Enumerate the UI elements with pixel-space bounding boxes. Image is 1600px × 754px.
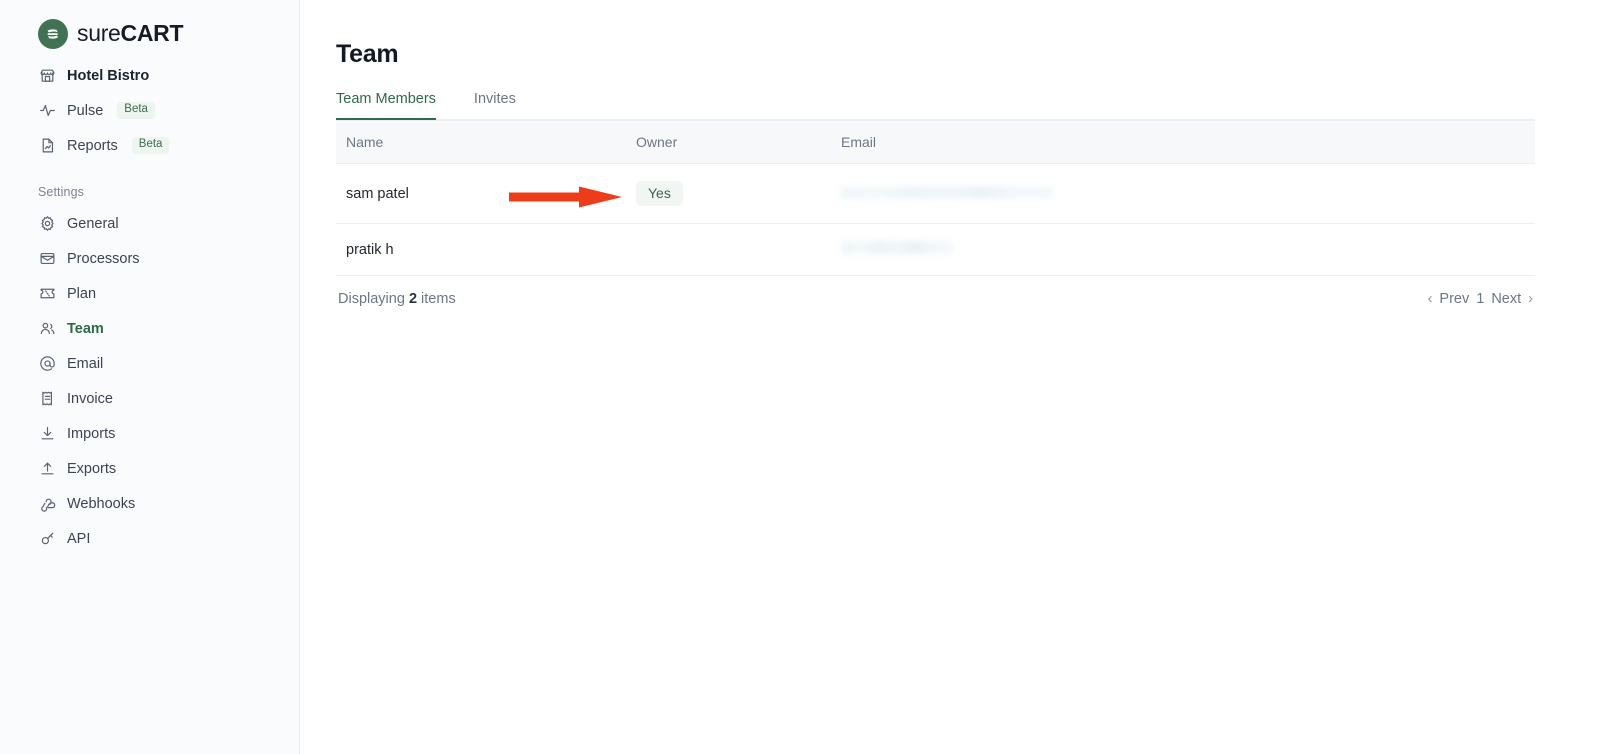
table-footer: Displaying 2 items ‹ Prev 1 Next › — [336, 276, 1535, 307]
sidebar-item-email[interactable]: Email — [22, 346, 281, 381]
main-content: Team Team Members Invites Name Owner Ema… — [300, 0, 1600, 754]
sidebar-item-reports-badge: Beta — [131, 137, 170, 154]
store-icon — [38, 67, 56, 85]
sidebar-item-plan[interactable]: Plan — [22, 276, 281, 311]
cell-email — [831, 223, 1535, 276]
tab-bar: Team Members Invites — [336, 91, 1535, 120]
report-document-icon — [38, 137, 56, 155]
cell-name: sam patel — [336, 163, 626, 224]
sidebar-item-webhooks-label: Webhooks — [67, 495, 136, 512]
sidebar: sureCART Hotel Bistro Pulse Beta Reports… — [0, 0, 300, 754]
pagination-current-page[interactable]: 1 — [1476, 291, 1484, 307]
sidebar-item-reports[interactable]: Reports Beta — [22, 128, 281, 163]
table-body: sam patel Yes pratik h — [336, 163, 1535, 276]
sidebar-item-processors[interactable]: Processors — [22, 241, 281, 276]
webhook-icon — [38, 495, 56, 513]
tab-team-members[interactable]: Team Members — [336, 91, 436, 120]
displaying-prefix: Displaying — [338, 291, 405, 307]
brand-logo[interactable]: sureCART — [22, 0, 299, 49]
surecart-s-logo-icon — [38, 18, 68, 49]
sidebar-item-invoice-label: Invoice — [67, 390, 113, 407]
sidebar-item-pulse-badge: Beta — [117, 102, 155, 119]
brand-wordmark-light: sure — [77, 20, 121, 46]
pagination-prev-button[interactable]: Prev — [1439, 291, 1469, 307]
redacted-email — [841, 241, 953, 254]
displaying-summary: Displaying 2 items — [338, 291, 456, 307]
card-reader-icon — [38, 250, 56, 268]
sidebar-item-exports[interactable]: Exports — [22, 451, 281, 486]
column-header-owner[interactable]: Owner — [626, 120, 831, 164]
app-root: sureCART Hotel Bistro Pulse Beta Reports… — [0, 0, 1600, 754]
sidebar-item-store-label: Hotel Bistro — [67, 67, 150, 84]
at-sign-icon — [38, 355, 56, 373]
sidebar-item-webhooks[interactable]: Webhooks — [22, 486, 281, 521]
key-icon — [38, 530, 56, 548]
pagination-next-button[interactable]: Next — [1491, 291, 1521, 307]
sidebar-item-api[interactable]: API — [22, 521, 281, 556]
sidebar-item-pulse-label: Pulse — [67, 102, 104, 119]
table-head: Name Owner Email — [336, 120, 1535, 164]
column-header-email[interactable]: Email — [831, 120, 1535, 164]
table-header-row: Name Owner Email — [336, 120, 1535, 164]
users-icon — [38, 320, 56, 338]
sidebar-item-pulse[interactable]: Pulse Beta — [22, 93, 281, 128]
gear-icon — [38, 215, 56, 233]
table-row[interactable]: sam patel Yes — [336, 163, 1535, 224]
pagination-prev-chevron-icon[interactable]: ‹ — [1428, 291, 1433, 307]
sidebar-item-invoice[interactable]: Invoice — [22, 381, 281, 416]
table-row[interactable]: pratik h — [336, 223, 1535, 276]
sidebar-section-settings-title: Settings — [38, 185, 84, 199]
ticket-icon — [38, 285, 56, 303]
sidebar-item-team[interactable]: Team — [22, 311, 281, 346]
sidebar-item-team-label: Team — [67, 320, 104, 337]
sidebar-nav: Hotel Bistro Pulse Beta Reports Beta Set… — [22, 58, 299, 556]
sidebar-item-plan-label: Plan — [67, 285, 97, 302]
sidebar-item-imports-label: Imports — [67, 425, 116, 442]
sidebar-item-general[interactable]: General — [22, 206, 281, 241]
sidebar-item-api-label: API — [67, 530, 91, 547]
tab-invites[interactable]: Invites — [474, 91, 516, 120]
owner-badge: Yes — [636, 181, 683, 206]
sidebar-item-exports-label: Exports — [67, 460, 117, 477]
pulse-icon — [38, 102, 56, 120]
page-title: Team — [336, 40, 399, 68]
sidebar-item-general-label: General — [67, 215, 119, 232]
brand-wordmark-bold: CART — [120, 20, 184, 46]
invoice-icon — [38, 390, 56, 408]
column-header-name[interactable]: Name — [336, 120, 626, 164]
displaying-count: 2 — [408, 291, 418, 307]
upload-icon — [38, 460, 56, 478]
redacted-email — [841, 186, 1053, 198]
pagination-next-chevron-icon[interactable]: › — [1528, 291, 1533, 307]
sidebar-item-store[interactable]: Hotel Bistro — [22, 58, 281, 93]
sidebar-item-imports[interactable]: Imports — [22, 416, 281, 451]
cell-name: pratik h — [336, 223, 626, 276]
team-members-table: Name Owner Email sam patel Yes pratik h — [336, 120, 1535, 276]
cell-owner: Yes — [626, 163, 831, 224]
sidebar-item-email-label: Email — [67, 355, 104, 372]
cell-email — [831, 163, 1535, 224]
displaying-suffix: items — [421, 291, 456, 307]
pagination: ‹ Prev 1 Next › — [1428, 291, 1533, 307]
sidebar-item-processors-label: Processors — [67, 250, 140, 267]
cell-owner — [626, 223, 831, 276]
download-icon — [38, 425, 56, 443]
brand-wordmark: sureCART — [77, 20, 184, 46]
sidebar-item-reports-label: Reports — [67, 137, 118, 154]
